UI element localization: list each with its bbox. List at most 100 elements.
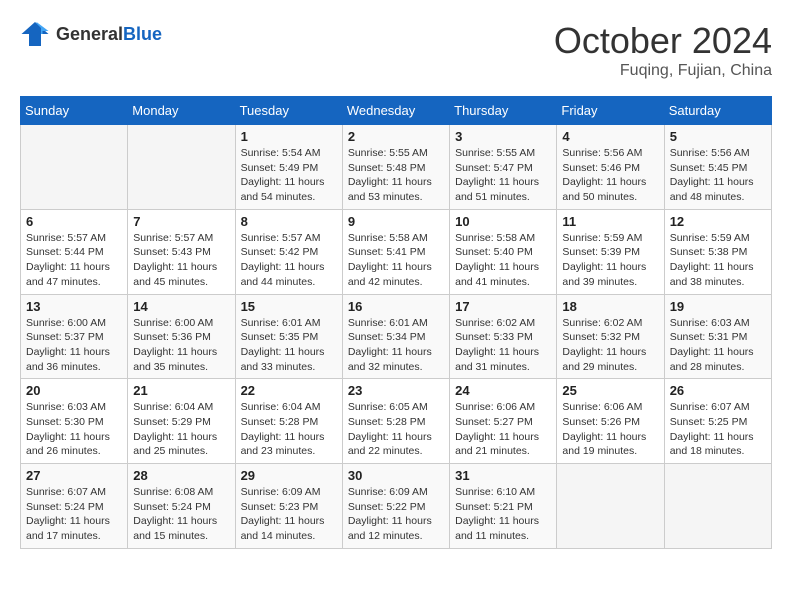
day-info: Sunrise: 6:09 AMSunset: 5:23 PMDaylight:…	[241, 485, 337, 544]
calendar-cell: 25 Sunrise: 6:06 AMSunset: 5:26 PMDayligh…	[557, 379, 664, 464]
day-number: 28	[133, 468, 229, 483]
day-number: 15	[241, 299, 337, 314]
day-number: 20	[26, 383, 122, 398]
day-number: 4	[562, 129, 658, 144]
page-header: GeneralBlue October 2024 Fuqing, Fujian,…	[20, 20, 772, 80]
day-info: Sunrise: 5:57 AMSunset: 5:43 PMDaylight:…	[133, 231, 229, 290]
month-year: October 2024	[554, 20, 772, 62]
day-number: 9	[348, 214, 444, 229]
calendar-cell: 2Sunrise: 5:55 AMSunset: 5:48 PMDaylight…	[342, 125, 449, 210]
day-info: Sunrise: 5:59 AMSunset: 5:38 PMDaylight:…	[670, 231, 766, 290]
day-number: 30	[348, 468, 444, 483]
weekday-header-friday: Friday	[557, 97, 664, 125]
weekday-header-sunday: Sunday	[21, 97, 128, 125]
logo-blue: Blue	[123, 24, 162, 44]
location: Fuqing, Fujian, China	[554, 62, 772, 80]
day-info: Sunrise: 6:07 AMSunset: 5:25 PMDaylight:…	[670, 400, 766, 459]
day-info: Sunrise: 6:01 AMSunset: 5:34 PMDaylight:…	[348, 316, 444, 375]
day-number: 25	[562, 383, 658, 398]
calendar-cell: 28 Sunrise: 6:08 AMSunset: 5:24 PMDayligh…	[128, 464, 235, 549]
day-number: 8	[241, 214, 337, 229]
calendar-cell: 6Sunrise: 5:57 AMSunset: 5:44 PMDaylight…	[21, 209, 128, 294]
day-info: Sunrise: 6:02 AMSunset: 5:33 PMDaylight:…	[455, 316, 551, 375]
day-number: 29	[241, 468, 337, 483]
calendar-cell: 27 Sunrise: 6:07 AMSunset: 5:24 PMDayligh…	[21, 464, 128, 549]
day-info: Sunrise: 5:58 AMSunset: 5:41 PMDaylight:…	[348, 231, 444, 290]
weekday-header-thursday: Thursday	[450, 97, 557, 125]
day-number: 1	[241, 129, 337, 144]
day-number: 27	[26, 468, 122, 483]
calendar-cell: 8 Sunrise: 5:57 AMSunset: 5:42 PMDaylight…	[235, 209, 342, 294]
day-info: Sunrise: 6:03 AMSunset: 5:31 PMDaylight:…	[670, 316, 766, 375]
day-info: Sunrise: 5:57 AMSunset: 5:42 PMDaylight:…	[241, 231, 337, 290]
day-number: 24	[455, 383, 551, 398]
calendar-cell: 21Sunrise: 6:04 AMSunset: 5:29 PMDayligh…	[128, 379, 235, 464]
weekday-header-wednesday: Wednesday	[342, 97, 449, 125]
calendar-cell: 18 Sunrise: 6:02 AMSunset: 5:32 PMDayligh…	[557, 294, 664, 379]
calendar-week-3: 13Sunrise: 6:00 AMSunset: 5:37 PMDayligh…	[21, 294, 772, 379]
day-number: 11	[562, 214, 658, 229]
calendar-cell: 5 Sunrise: 5:56 AMSunset: 5:45 PMDaylight…	[664, 125, 771, 210]
calendar-cell: 22 Sunrise: 6:04 AMSunset: 5:28 PMDayligh…	[235, 379, 342, 464]
calendar-cell: 11 Sunrise: 5:59 AMSunset: 5:39 PMDayligh…	[557, 209, 664, 294]
day-info: Sunrise: 6:05 AMSunset: 5:28 PMDaylight:…	[348, 400, 444, 459]
calendar-cell	[21, 125, 128, 210]
calendar-cell: 30 Sunrise: 6:09 AMSunset: 5:22 PMDayligh…	[342, 464, 449, 549]
calendar-cell: 10 Sunrise: 5:58 AMSunset: 5:40 PMDayligh…	[450, 209, 557, 294]
day-info: Sunrise: 6:06 AMSunset: 5:27 PMDaylight:…	[455, 400, 551, 459]
calendar-cell: 13Sunrise: 6:00 AMSunset: 5:37 PMDayligh…	[21, 294, 128, 379]
calendar-cell: 19 Sunrise: 6:03 AMSunset: 5:31 PMDayligh…	[664, 294, 771, 379]
calendar-cell: 31 Sunrise: 6:10 AMSunset: 5:21 PMDayligh…	[450, 464, 557, 549]
title-block: October 2024 Fuqing, Fujian, China	[554, 20, 772, 80]
calendar-cell: 26Sunrise: 6:07 AMSunset: 5:25 PMDayligh…	[664, 379, 771, 464]
calendar-cell	[557, 464, 664, 549]
day-info: Sunrise: 5:54 AMSunset: 5:49 PMDaylight:…	[241, 146, 337, 205]
day-number: 19	[670, 299, 766, 314]
logo-general: General	[56, 24, 123, 44]
weekday-header-tuesday: Tuesday	[235, 97, 342, 125]
day-info: Sunrise: 5:58 AMSunset: 5:40 PMDaylight:…	[455, 231, 551, 290]
day-number: 21	[133, 383, 229, 398]
day-info: Sunrise: 6:02 AMSunset: 5:32 PMDaylight:…	[562, 316, 658, 375]
calendar-cell: 3Sunrise: 5:55 AMSunset: 5:47 PMDaylight…	[450, 125, 557, 210]
calendar-cell: 12 Sunrise: 5:59 AMSunset: 5:38 PMDayligh…	[664, 209, 771, 294]
day-info: Sunrise: 6:09 AMSunset: 5:22 PMDaylight:…	[348, 485, 444, 544]
calendar-week-2: 6Sunrise: 5:57 AMSunset: 5:44 PMDaylight…	[21, 209, 772, 294]
logo-text: GeneralBlue	[56, 24, 162, 45]
day-info: Sunrise: 6:08 AMSunset: 5:24 PMDaylight:…	[133, 485, 229, 544]
day-info: Sunrise: 5:56 AMSunset: 5:46 PMDaylight:…	[562, 146, 658, 205]
day-info: Sunrise: 5:55 AMSunset: 5:47 PMDaylight:…	[455, 146, 551, 205]
weekday-header-saturday: Saturday	[664, 97, 771, 125]
day-number: 22	[241, 383, 337, 398]
calendar-cell: 23 Sunrise: 6:05 AMSunset: 5:28 PMDayligh…	[342, 379, 449, 464]
day-info: Sunrise: 6:04 AMSunset: 5:28 PMDaylight:…	[241, 400, 337, 459]
day-info: Sunrise: 5:59 AMSunset: 5:39 PMDaylight:…	[562, 231, 658, 290]
day-info: Sunrise: 5:56 AMSunset: 5:45 PMDaylight:…	[670, 146, 766, 205]
logo: GeneralBlue	[20, 20, 162, 48]
day-info: Sunrise: 5:57 AMSunset: 5:44 PMDaylight:…	[26, 231, 122, 290]
calendar-week-1: 1 Sunrise: 5:54 AMSunset: 5:49 PMDaylight…	[21, 125, 772, 210]
day-number: 17	[455, 299, 551, 314]
day-number: 2	[348, 129, 444, 144]
calendar-cell: 17 Sunrise: 6:02 AMSunset: 5:33 PMDayligh…	[450, 294, 557, 379]
calendar-cell: 4 Sunrise: 5:56 AMSunset: 5:46 PMDaylight…	[557, 125, 664, 210]
day-number: 12	[670, 214, 766, 229]
calendar-cell: 29 Sunrise: 6:09 AMSunset: 5:23 PMDayligh…	[235, 464, 342, 549]
day-number: 31	[455, 468, 551, 483]
day-info: Sunrise: 6:06 AMSunset: 5:26 PMDaylight:…	[562, 400, 658, 459]
calendar-week-5: 27 Sunrise: 6:07 AMSunset: 5:24 PMDayligh…	[21, 464, 772, 549]
calendar-cell	[664, 464, 771, 549]
day-number: 13	[26, 299, 122, 314]
day-number: 18	[562, 299, 658, 314]
day-number: 23	[348, 383, 444, 398]
calendar-week-4: 20 Sunrise: 6:03 AMSunset: 5:30 PMDayligh…	[21, 379, 772, 464]
weekday-header-monday: Monday	[128, 97, 235, 125]
day-info: Sunrise: 6:03 AMSunset: 5:30 PMDaylight:…	[26, 400, 122, 459]
calendar-cell: 7Sunrise: 5:57 AMSunset: 5:43 PMDaylight…	[128, 209, 235, 294]
day-number: 10	[455, 214, 551, 229]
calendar-cell: 9 Sunrise: 5:58 AMSunset: 5:41 PMDaylight…	[342, 209, 449, 294]
day-info: Sunrise: 6:10 AMSunset: 5:21 PMDaylight:…	[455, 485, 551, 544]
day-number: 5	[670, 129, 766, 144]
calendar-cell: 16Sunrise: 6:01 AMSunset: 5:34 PMDayligh…	[342, 294, 449, 379]
day-info: Sunrise: 6:07 AMSunset: 5:24 PMDaylight:…	[26, 485, 122, 544]
